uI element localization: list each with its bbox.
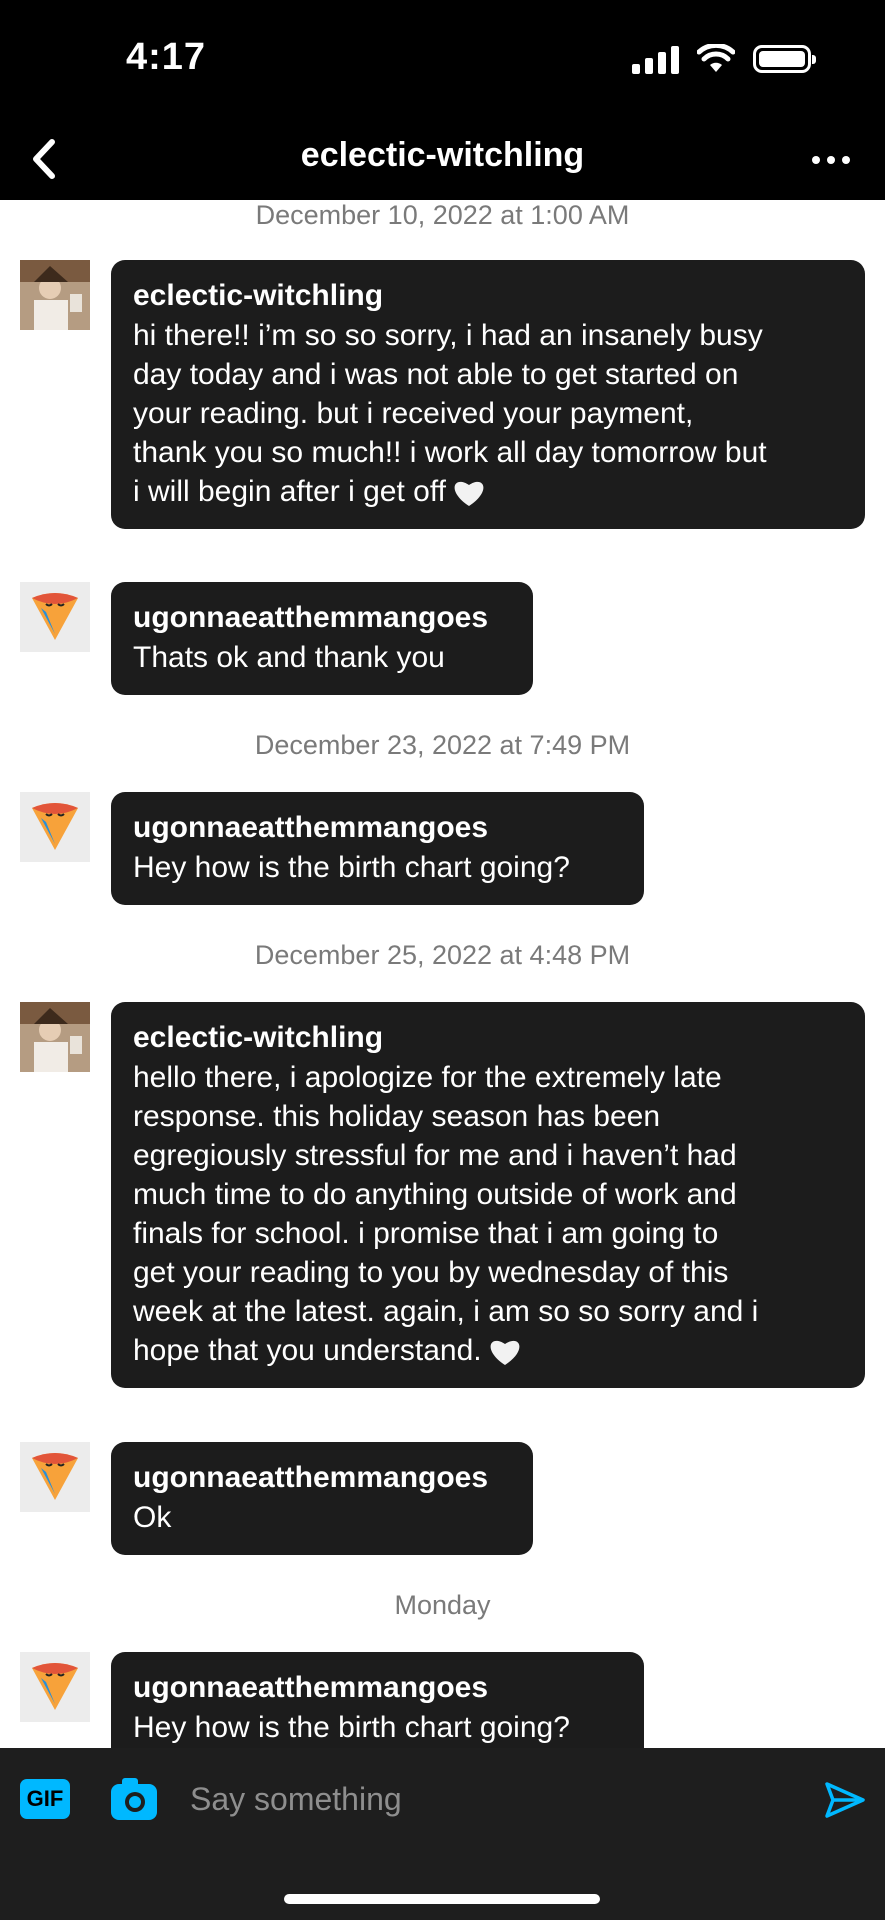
date-divider: December 25, 2022 at 4:48 PM	[254, 940, 631, 970]
message-sender[interactable]: ugonnaeatthemmangoes	[133, 598, 511, 638]
message-text: Thats ok and thank you	[133, 641, 445, 674]
mango-avatar-image	[32, 593, 78, 640]
conversation-title: eclectic-witchling	[300, 136, 585, 174]
message-sender[interactable]: eclectic-witchling	[133, 276, 843, 316]
status-bar: 4:17	[0, 0, 885, 118]
message-text: hello there, i apologize for the extreme…	[133, 1061, 759, 1367]
mango-avatar-image	[32, 1453, 78, 1500]
message-sender[interactable]: ugonnaeatthemmangoes	[133, 1458, 511, 1498]
battery-icon	[753, 45, 816, 73]
home-indicator	[284, 1894, 600, 1904]
wifi-icon	[697, 44, 735, 72]
witch-avatar-image	[20, 1002, 90, 1072]
message-sender[interactable]: ugonnaeatthemmangoes	[133, 1668, 622, 1708]
gif-button[interactable]: GIF	[20, 1779, 70, 1819]
message-text: hi there!! i’m so so sorry, i had an ins…	[133, 319, 767, 508]
message-sender[interactable]: ugonnaeatthemmangoes	[133, 808, 622, 848]
status-icons	[632, 44, 816, 74]
mango-avatar[interactable]	[20, 1652, 90, 1722]
message-text: Hey how is the birth chart going?	[133, 1711, 570, 1744]
date-divider: December 23, 2022 at 7:49 PM	[254, 730, 631, 760]
message-bubble[interactable]: ugonnaeatthemmangoes Hey how is the birt…	[111, 1652, 644, 1748]
message-bubble[interactable]: ugonnaeatthemmangoes Thats ok and thank …	[111, 582, 533, 695]
message-input[interactable]	[190, 1770, 770, 1828]
white-heart-emoji	[454, 481, 484, 506]
witch-avatar[interactable]	[20, 1002, 90, 1072]
camera-icon[interactable]	[110, 1776, 158, 1822]
message-sender[interactable]: eclectic-witchling	[133, 1018, 843, 1058]
white-heart-emoji	[490, 1340, 520, 1365]
date-divider: December 10, 2022 at 1:00 AM	[255, 200, 630, 230]
conversation-header: eclectic-witchling	[0, 118, 885, 200]
mango-avatar[interactable]	[20, 1442, 90, 1512]
message-text: Ok	[133, 1501, 172, 1534]
mango-avatar-image	[32, 1663, 78, 1710]
witch-avatar[interactable]	[20, 260, 90, 330]
message-bubble[interactable]: eclectic-witchling hello there, i apolog…	[111, 1002, 865, 1388]
message-list[interactable]: December 10, 2022 at 1:00 AM eclectic-wi…	[0, 200, 885, 1748]
mango-avatar[interactable]	[20, 792, 90, 862]
message-bubble[interactable]: ugonnaeatthemmangoes Hey how is the birt…	[111, 792, 644, 905]
message-text: Hey how is the birth chart going?	[133, 851, 570, 884]
cellular-signal-icon	[632, 44, 679, 74]
message-bubble[interactable]: eclectic-witchling hi there!! i’m so so …	[111, 260, 865, 529]
more-options-button[interactable]	[801, 140, 861, 180]
date-divider: Monday	[394, 1590, 491, 1620]
mango-avatar-image	[32, 803, 78, 850]
status-time: 4:17	[126, 36, 207, 78]
message-composer: GIF	[0, 1748, 885, 1920]
send-icon[interactable]	[823, 1778, 867, 1822]
mango-avatar[interactable]	[20, 582, 90, 652]
message-bubble[interactable]: ugonnaeatthemmangoes Ok	[111, 1442, 533, 1555]
witch-avatar-image	[20, 260, 90, 330]
